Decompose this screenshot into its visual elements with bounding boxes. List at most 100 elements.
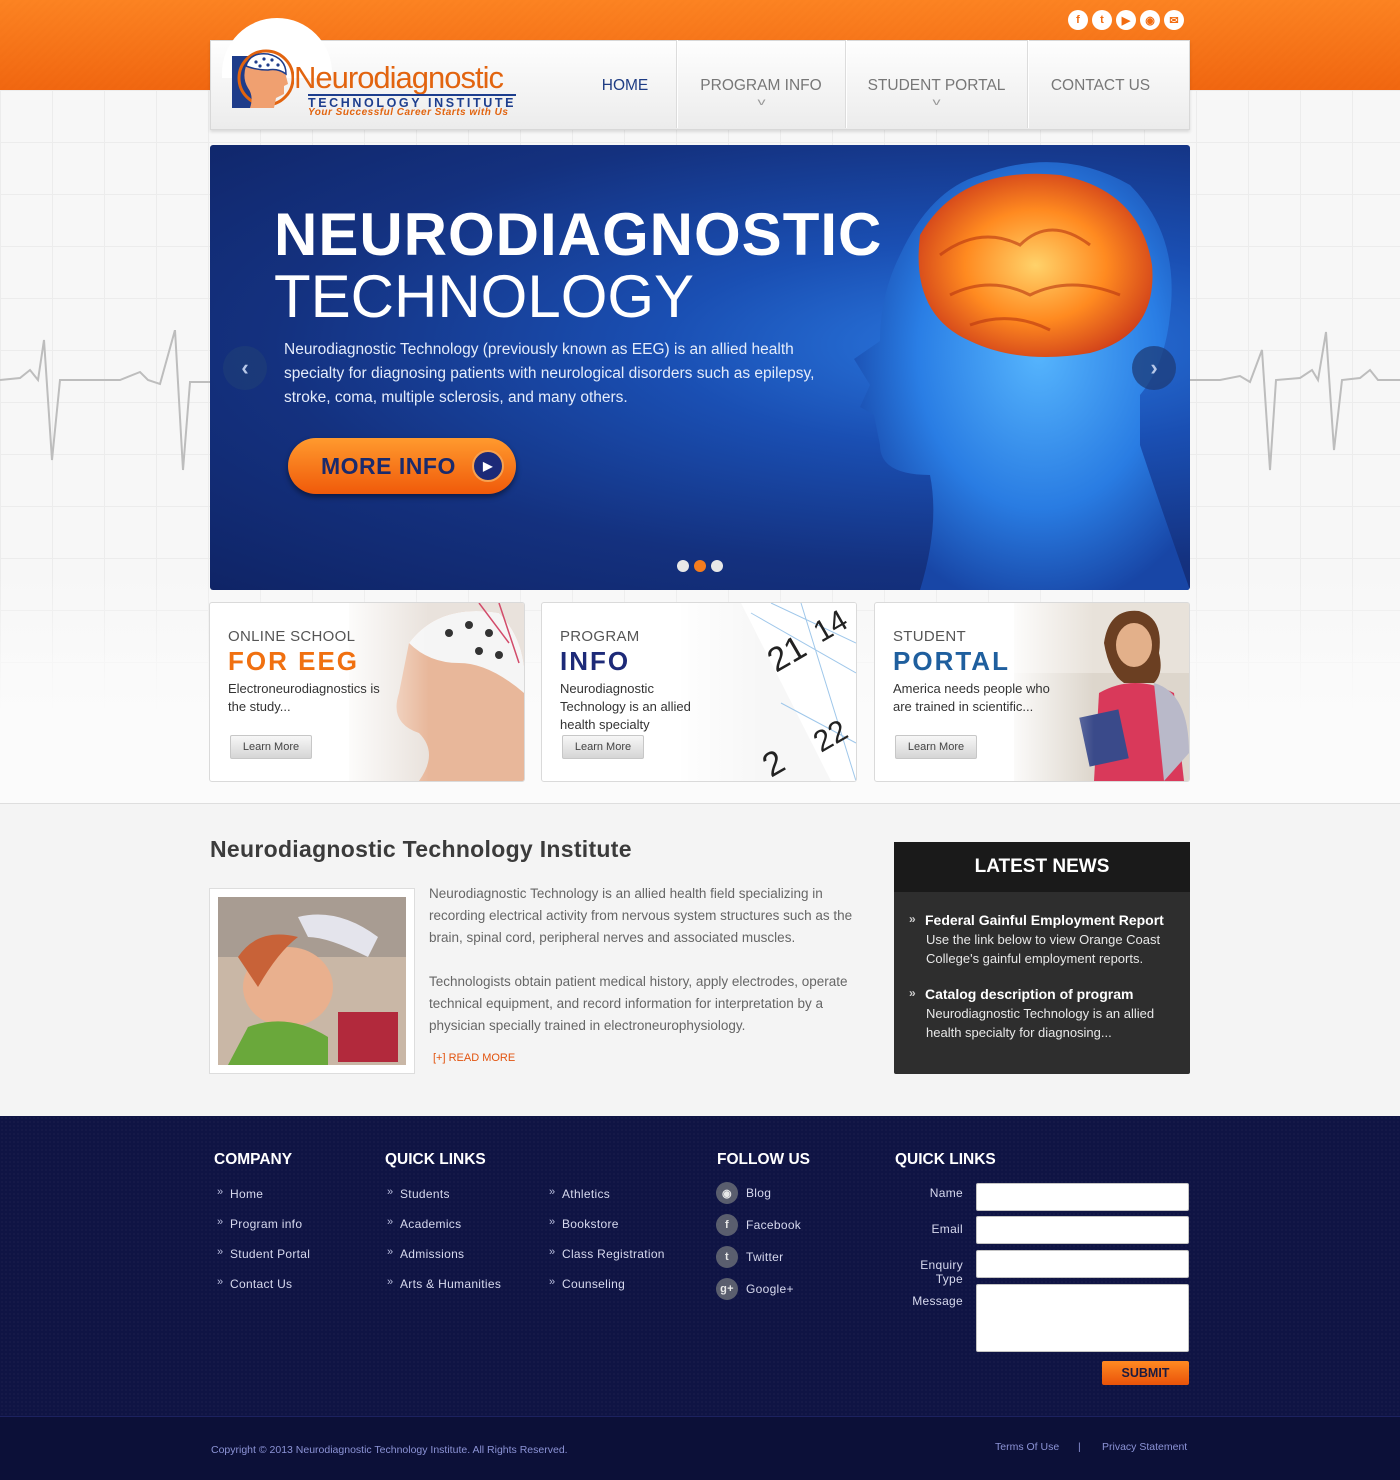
chevron-right-icon: › xyxy=(1150,355,1158,380)
patient-photo xyxy=(218,897,406,1065)
footer-separator: | xyxy=(1078,1441,1081,1453)
follow-twitter[interactable]: t Twitter xyxy=(716,1246,783,1268)
footer-link-home[interactable]: Home xyxy=(216,1186,263,1201)
learn-more-button[interactable]: Learn More xyxy=(562,735,644,759)
about-photo xyxy=(209,888,415,1074)
site-logo[interactable]: Neurodiagnostic TECHNOLOGY INSTITUTE You… xyxy=(222,40,542,125)
chevron-down-icon: v xyxy=(757,97,765,108)
follow-facebook[interactable]: f Facebook xyxy=(716,1214,801,1236)
google-plus-icon: g+ xyxy=(716,1278,738,1300)
footer-link-program-info[interactable]: Program info xyxy=(216,1216,302,1231)
footer-link-counseling[interactable]: Counseling xyxy=(548,1276,625,1291)
main-nav: HOME PROGRAM INFO v STUDENT PORTAL v CON… xyxy=(574,40,1173,130)
message-field[interactable] xyxy=(976,1284,1189,1352)
section-divider xyxy=(0,803,1400,804)
news-item-description: Use the link below to view Orange Coast … xyxy=(926,932,1161,966)
footer-link-athletics[interactable]: Athletics xyxy=(548,1186,610,1201)
news-item-title[interactable]: Federal Gainful Employment Report xyxy=(909,912,1184,928)
news-item-title[interactable]: Catalog description of program xyxy=(909,986,1184,1002)
footer-follow-heading: FOLLOW US xyxy=(717,1151,810,1168)
rss-icon[interactable]: ◉ xyxy=(1140,10,1160,30)
card-online-school: ONLINE SCHOOL FOR EEG Electroneurodiagno… xyxy=(209,602,525,782)
about-paragraph: Technologists obtain patient medical his… xyxy=(429,974,848,1033)
footer xyxy=(0,1116,1400,1416)
news-item[interactable]: Catalog description of program Neurodiag… xyxy=(909,986,1184,1042)
youtube-icon[interactable]: ▶ xyxy=(1116,10,1136,30)
chevron-down-icon: v xyxy=(932,97,941,108)
chevron-left-icon: ‹ xyxy=(241,355,249,380)
name-label: Name xyxy=(929,1186,963,1200)
slider-dots xyxy=(677,560,723,572)
rss-icon: ◉ xyxy=(716,1182,738,1204)
slide-dot[interactable] xyxy=(677,560,689,572)
read-more-link[interactable]: [+] READ MORE xyxy=(433,1052,515,1064)
card-kicker: ONLINE SCHOOL xyxy=(228,628,356,645)
slider-next-button[interactable]: › xyxy=(1132,346,1176,390)
card-description: America needs people who are trained in … xyxy=(893,681,1050,714)
play-arrow-icon: ▶ xyxy=(472,450,504,482)
card-title: PORTAL xyxy=(893,646,1010,676)
card-description: Neurodiagnostic Technology is an allied … xyxy=(560,681,691,732)
privacy-statement-link[interactable]: Privacy Statement xyxy=(1102,1441,1187,1453)
hero-title-line2: TECHNOLOGY xyxy=(274,263,695,330)
submit-button[interactable]: SUBMIT xyxy=(1102,1361,1189,1385)
card-program-info: 21 14 2 22 PROGRAM INFO Neurodiagnostic … xyxy=(541,602,857,782)
slider-prev-button[interactable]: ‹ xyxy=(223,346,267,390)
facebook-icon[interactable]: f xyxy=(1068,10,1088,30)
footer-link-academics[interactable]: Academics xyxy=(386,1216,461,1231)
email-icon[interactable]: ✉ xyxy=(1164,10,1184,30)
email-field[interactable] xyxy=(976,1216,1189,1244)
nav-contact-us-label: CONTACT US xyxy=(1050,77,1151,94)
more-info-button[interactable]: MORE INFO ▶ xyxy=(288,438,516,494)
nav-contact-us[interactable]: CONTACT US xyxy=(1027,40,1173,128)
logo-tagline: Your Successful Career Starts with Us xyxy=(308,107,509,118)
social-icons: f t ▶ ◉ ✉ xyxy=(1068,10,1184,30)
hero-title-line1: NEURODIAGNOSTIC xyxy=(274,201,883,268)
twitter-icon[interactable]: t xyxy=(1092,10,1112,30)
nav-home-label: HOME xyxy=(601,77,649,94)
footer-link-class-registration[interactable]: Class Registration xyxy=(548,1246,665,1261)
follow-google-plus-label: Google+ xyxy=(746,1282,794,1296)
message-label: Message xyxy=(912,1294,963,1308)
enquiry-type-field[interactable] xyxy=(976,1250,1189,1278)
footer-link-students[interactable]: Students xyxy=(386,1186,450,1201)
email-label: Email xyxy=(931,1222,963,1236)
follow-facebook-label: Facebook xyxy=(746,1218,802,1232)
slide-dot-active[interactable] xyxy=(694,560,706,572)
card-student-portal: STUDENT PORTAL America needs people who … xyxy=(874,602,1190,782)
card-title: FOR EEG xyxy=(228,646,360,676)
hero-description: Neurodiagnostic Technology (previously k… xyxy=(284,341,815,406)
terms-of-use-link[interactable]: Terms Of Use xyxy=(995,1441,1059,1453)
twitter-icon: t xyxy=(716,1246,738,1268)
nav-home[interactable]: HOME xyxy=(574,40,676,128)
footer-company-heading: COMPANY xyxy=(214,1151,293,1168)
card-kicker: PROGRAM xyxy=(560,628,640,645)
logo-name: Neurodiagnostic xyxy=(294,60,504,95)
more-info-label: MORE INFO xyxy=(321,452,456,479)
slide-dot[interactable] xyxy=(711,560,723,572)
nav-program-info[interactable]: PROGRAM INFO v xyxy=(676,40,845,128)
learn-more-button[interactable]: Learn More xyxy=(895,735,977,759)
follow-blog[interactable]: ◉ Blog xyxy=(716,1182,771,1204)
footer-link-student-portal[interactable]: Student Portal xyxy=(216,1246,310,1261)
latest-news-panel: LATEST NEWS Federal Gainful Employment R… xyxy=(894,842,1190,1074)
enquiry-type-label: Enquiry Type xyxy=(920,1258,963,1286)
nav-program-info-label: PROGRAM INFO xyxy=(700,77,822,94)
footer-link-arts-humanities[interactable]: Arts & Humanities xyxy=(386,1276,501,1291)
news-item[interactable]: Federal Gainful Employment Report Use th… xyxy=(909,912,1184,968)
follow-twitter-label: Twitter xyxy=(746,1250,784,1264)
nav-student-portal[interactable]: STUDENT PORTAL v xyxy=(845,40,1027,128)
name-field[interactable] xyxy=(976,1183,1189,1211)
card-description: Electroneurodiagnostics is the study... xyxy=(228,681,380,714)
copyright-text: Copyright © 2013 Neurodiagnostic Technol… xyxy=(211,1444,568,1456)
latest-news-heading: LATEST NEWS xyxy=(894,842,1190,892)
footer-link-contact-us[interactable]: Contact Us xyxy=(216,1276,292,1291)
footer-link-bookstore[interactable]: Bookstore xyxy=(548,1216,619,1231)
learn-more-button[interactable]: Learn More xyxy=(230,735,312,759)
footer-link-admissions[interactable]: Admissions xyxy=(386,1246,464,1261)
facebook-icon: f xyxy=(716,1214,738,1236)
card-title: INFO xyxy=(560,646,631,676)
about-paragraph: Neurodiagnostic Technology is an allied … xyxy=(429,886,853,945)
footer-quick-links-heading: QUICK LINKS xyxy=(385,1151,486,1168)
follow-google-plus[interactable]: g+ Google+ xyxy=(716,1278,794,1300)
